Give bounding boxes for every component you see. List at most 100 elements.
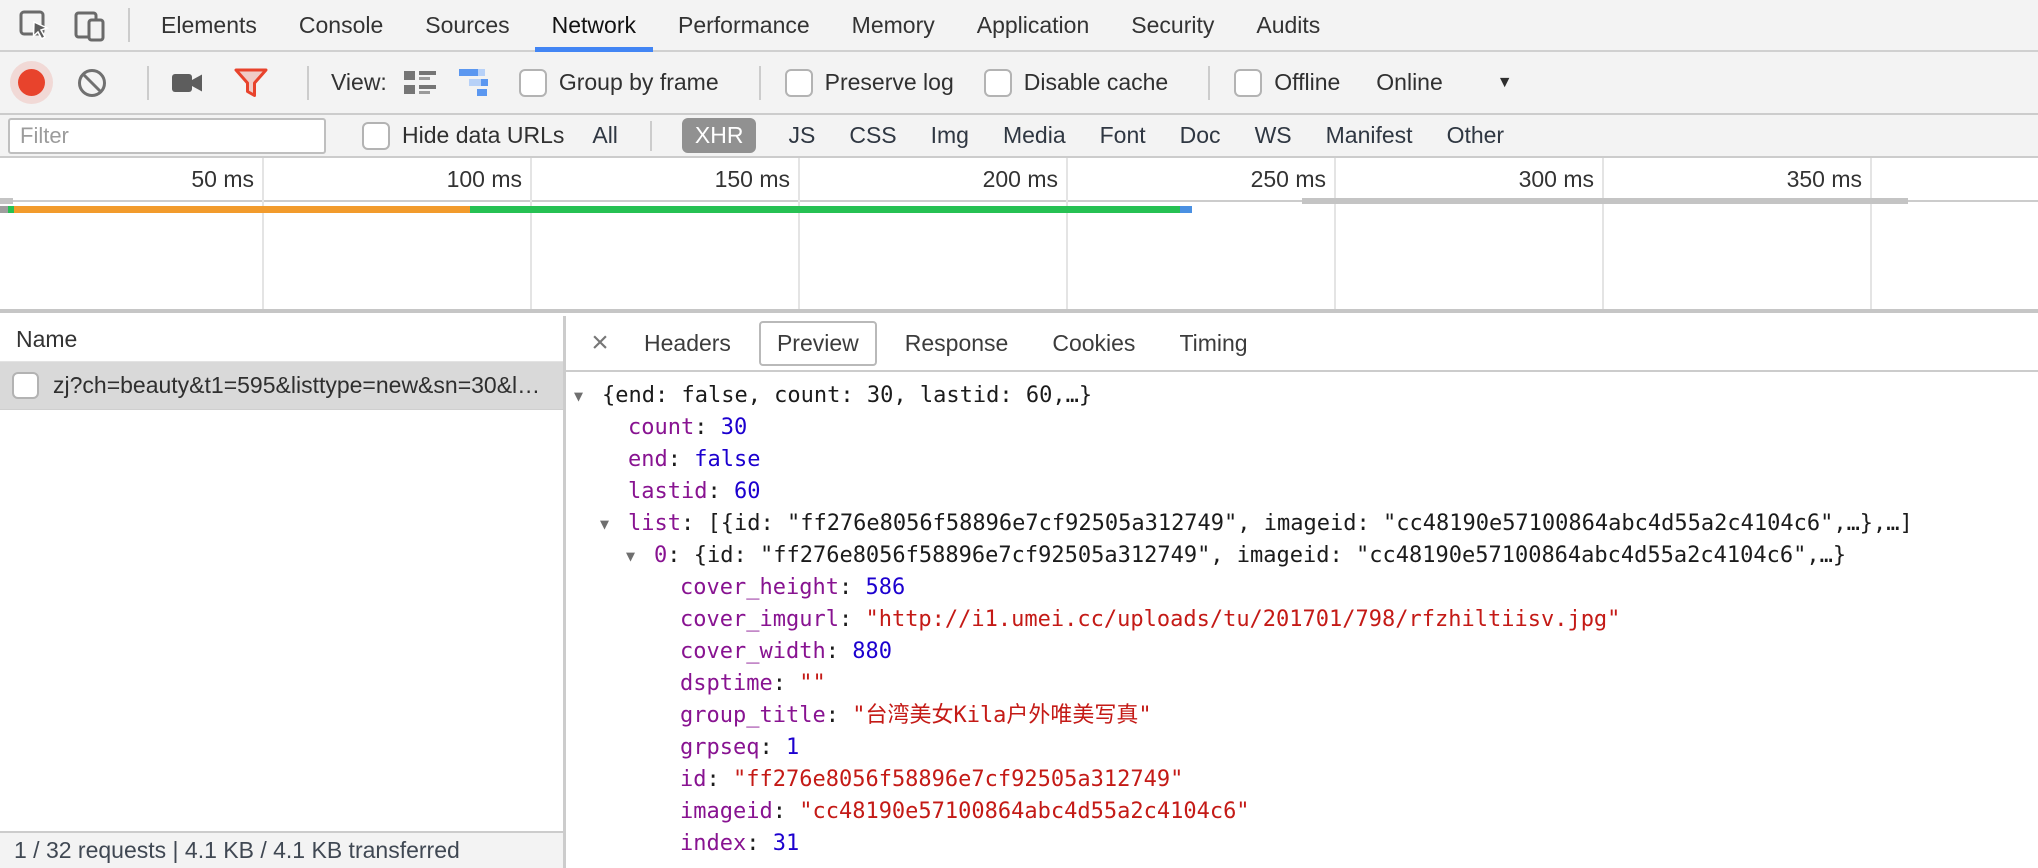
devtools-window: ElementsConsoleSourcesNetworkPerformance…: [0, 0, 2038, 868]
disable-cache-label[interactable]: Disable cache: [1024, 69, 1168, 96]
tree-row[interactable]: end: false: [566, 444, 2038, 476]
tree-token-num: 1: [786, 735, 799, 760]
tab-sources[interactable]: Sources: [404, 0, 530, 50]
preserve-log-checkbox[interactable]: [785, 69, 813, 97]
tree-row[interactable]: ▼list: [{id: "ff276e8056f58896e7cf92505a…: [566, 508, 2038, 540]
show-overview-waterfall-icon[interactable]: [459, 68, 495, 98]
filter-type-media[interactable]: Media: [1001, 118, 1068, 153]
ruler-gridline: [1602, 158, 1604, 309]
tree-row[interactable]: id: "ff276e8056f58896e7cf92505a312749": [566, 764, 2038, 796]
tree-row[interactable]: imageid: "cc48190e57100864abc4d55a2c4104…: [566, 796, 2038, 828]
clear-button[interactable]: [75, 66, 109, 100]
record-button[interactable]: [18, 69, 45, 96]
detail-tab-response[interactable]: Response: [889, 323, 1025, 364]
tree-row[interactable]: count: 30: [566, 412, 2038, 444]
network-main-area: Name zj?ch=beauty&t1=595&listtype=new&sn…: [0, 316, 2038, 868]
device-toolbar-icon[interactable]: [70, 5, 110, 45]
filter-type-other[interactable]: Other: [1445, 118, 1507, 153]
filter-type-font[interactable]: Font: [1098, 118, 1148, 153]
toolbar-separator-1: [147, 66, 149, 100]
tab-network[interactable]: Network: [531, 0, 657, 50]
network-overview[interactable]: 50 ms100 ms150 ms200 ms250 ms300 ms350 m…: [0, 158, 2038, 313]
tree-token-key: id: [680, 767, 707, 792]
tree-token-str: "ff276e8056f58896e7cf92505a312749": [733, 767, 1183, 792]
inspect-element-icon[interactable]: [14, 5, 54, 45]
throttling-value: Online: [1376, 69, 1442, 96]
request-name: zj?ch=beauty&t1=595&listtype=new&sn=30&l…: [53, 372, 540, 399]
tree-row[interactable]: ▼{end: false, count: 30, lastid: 60,…}: [566, 380, 2038, 412]
tree-row[interactable]: lastid: 60: [566, 476, 2038, 508]
detail-tab-timing[interactable]: Timing: [1163, 323, 1263, 364]
tab-application[interactable]: Application: [956, 0, 1111, 50]
expander-triangle-icon[interactable]: ▼: [600, 508, 609, 540]
tree-token-str: "台湾美女Kila户外唯美写真": [852, 703, 1151, 728]
tree-token-key: grpseq: [680, 735, 759, 760]
tree-token-plain: :: [681, 511, 708, 536]
tree-row[interactable]: cover_height: 586: [566, 572, 2038, 604]
group-by-frame-label[interactable]: Group by frame: [559, 69, 719, 96]
overview-waterfall-bar: [14, 206, 470, 213]
request-details-panel: × Headers Preview Response Cookies Timing ▼{…: [566, 316, 2038, 868]
expander-triangle-icon[interactable]: ▼: [574, 380, 583, 412]
request-row[interactable]: zj?ch=beauty&t1=595&listtype=new&sn=30&l…: [0, 362, 563, 410]
tab-audits[interactable]: Audits: [1235, 0, 1341, 50]
tree-row[interactable]: …: [566, 860, 2038, 868]
offline-checkbox[interactable]: [1234, 69, 1262, 97]
devtools-tab-bar: ElementsConsoleSourcesNetworkPerformance…: [0, 0, 2038, 52]
network-filter-bar: Hide data URLs All XHR JS CSS Img Media Font Do…: [0, 115, 2038, 158]
ruler-tick-label: 250 ms: [1166, 162, 1326, 196]
overview-waterfall-bar: [1180, 206, 1192, 213]
expander-triangle-icon[interactable]: ▼: [626, 540, 635, 572]
tree-row[interactable]: index: 31: [566, 828, 2038, 860]
hide-data-urls-checkbox[interactable]: [362, 122, 390, 150]
filter-icon[interactable]: [233, 67, 269, 99]
tab-memory[interactable]: Memory: [831, 0, 956, 50]
tab-security[interactable]: Security: [1110, 0, 1235, 50]
disable-cache-checkbox[interactable]: [984, 69, 1012, 97]
tab-elements[interactable]: Elements: [140, 0, 278, 50]
preserve-log-label[interactable]: Preserve log: [825, 69, 954, 96]
ruler-tick-label: 150 ms: [630, 162, 790, 196]
ruler-tick-label: 300 ms: [1434, 162, 1594, 196]
tree-token-key: lastid: [628, 479, 707, 504]
tree-token-plain: :: [839, 607, 866, 632]
large-request-rows-icon[interactable]: [403, 69, 437, 97]
ruler-gridline: [1870, 158, 1872, 309]
detail-tab-headers[interactable]: Headers: [628, 323, 747, 364]
filter-type-js[interactable]: JS: [786, 118, 817, 153]
tree-token-key: 0: [654, 543, 667, 568]
tree-token-plain: :: [773, 799, 800, 824]
screenshot-capture-icon[interactable]: [171, 69, 207, 97]
filter-type-manifest[interactable]: Manifest: [1324, 118, 1415, 153]
filter-type-img[interactable]: Img: [929, 118, 971, 153]
tree-row[interactable]: group_title: "台湾美女Kila户外唯美写真": [566, 700, 2038, 732]
hide-data-urls-label[interactable]: Hide data URLs: [402, 122, 564, 149]
requests-summary: 1 / 32 requests | 4.1 KB / 4.1 KB transf…: [14, 837, 460, 864]
detail-tab-preview[interactable]: Preview: [759, 321, 877, 366]
tab-performance[interactable]: Performance: [657, 0, 831, 50]
tree-row[interactable]: dsptime: "": [566, 668, 2038, 700]
filter-type-css[interactable]: CSS: [847, 118, 898, 153]
tree-row[interactable]: ▼0: {id: "ff276e8056f58896e7cf92505a3127…: [566, 540, 2038, 572]
detail-tab-cookies[interactable]: Cookies: [1036, 323, 1151, 364]
tree-token-plain: :: [759, 735, 786, 760]
tree-row[interactable]: grpseq: 1: [566, 732, 2038, 764]
throttling-select[interactable]: Online ▼: [1376, 69, 1512, 96]
filter-type-ws[interactable]: WS: [1253, 118, 1294, 153]
request-row-checkbox[interactable]: [12, 372, 39, 399]
network-status-bar: 1 / 32 requests | 4.1 KB / 4.1 KB transf…: [0, 831, 563, 868]
filter-type-doc[interactable]: Doc: [1178, 118, 1223, 153]
tab-console[interactable]: Console: [278, 0, 404, 50]
tree-token-plain: :: [746, 831, 773, 856]
name-column-header[interactable]: Name: [0, 316, 563, 362]
ruler-gridline: [262, 158, 264, 309]
close-icon[interactable]: ×: [578, 326, 622, 360]
tree-token-num: 60: [734, 479, 761, 504]
tree-row[interactable]: cover_width: 880: [566, 636, 2038, 668]
filter-type-all[interactable]: All: [590, 118, 620, 153]
filter-input[interactable]: [8, 118, 326, 154]
offline-label[interactable]: Offline: [1274, 69, 1340, 96]
group-by-frame-checkbox[interactable]: [519, 69, 547, 97]
tree-row[interactable]: cover_imgurl: "http://i1.umei.cc/uploads…: [566, 604, 2038, 636]
filter-type-xhr[interactable]: XHR: [682, 118, 757, 153]
